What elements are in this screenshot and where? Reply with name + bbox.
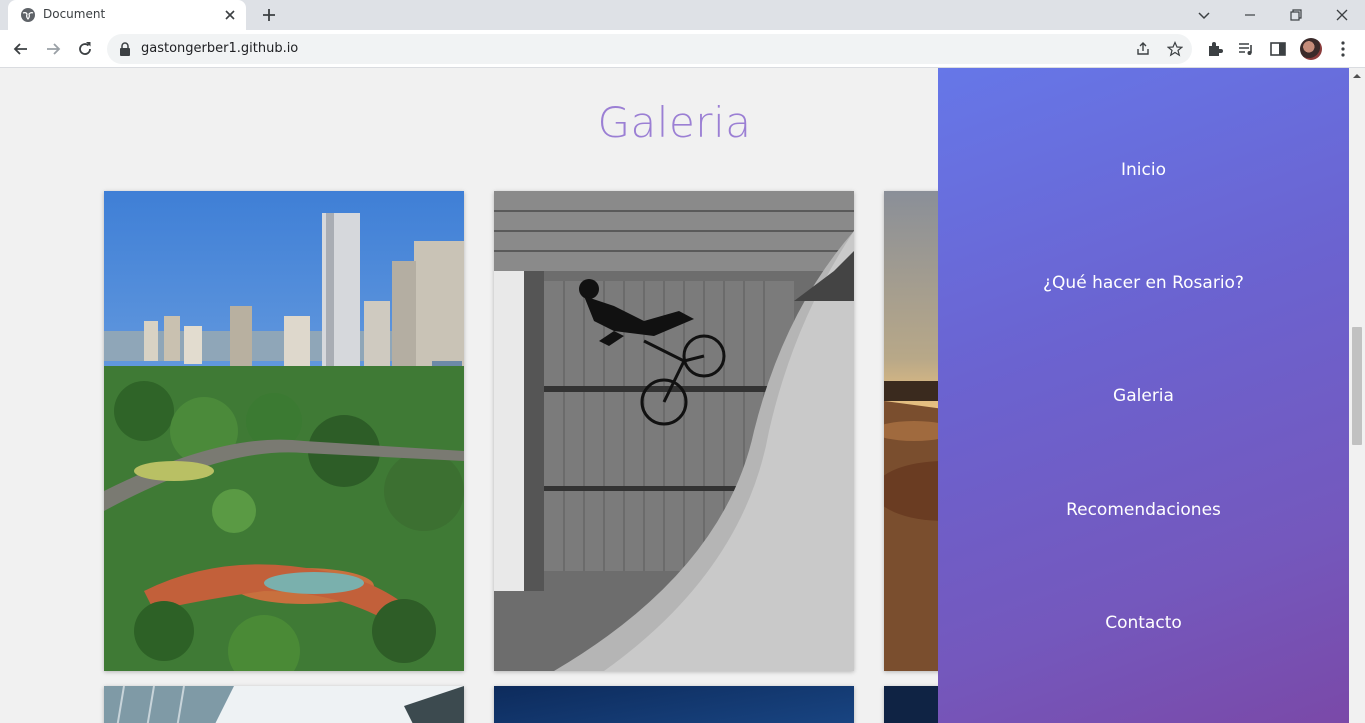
side-menu: Inicio ¿Qué hacer en Rosario? Galeria Re… [938, 68, 1349, 723]
gallery-photo-building[interactable] [104, 686, 464, 723]
scroll-thumb[interactable] [1352, 327, 1362, 445]
media-control-icon[interactable] [1236, 39, 1256, 59]
gallery-photo-night[interactable] [494, 686, 854, 723]
extensions-icon[interactable] [1205, 39, 1225, 59]
globe-icon [21, 8, 35, 22]
menu-item-que-hacer[interactable]: ¿Qué hacer en Rosario? [938, 273, 1349, 293]
close-tab-icon[interactable] [222, 7, 238, 23]
tab-title: Document [43, 7, 106, 21]
star-icon[interactable] [1167, 41, 1183, 57]
minimize-icon[interactable] [1238, 3, 1262, 27]
more-options-icon[interactable] [1335, 39, 1351, 59]
gallery-photo-city[interactable] [104, 191, 464, 671]
browser-tab[interactable]: Document [8, 0, 246, 30]
menu-item-recomendaciones[interactable]: Recomendaciones [938, 500, 1349, 520]
browser-toolbar: gastongerber1.github.io [0, 30, 1365, 68]
url-text[interactable]: gastongerber1.github.io [141, 41, 298, 56]
restore-icon[interactable] [1284, 3, 1308, 27]
side-panel-icon[interactable] [1268, 39, 1288, 59]
gallery-photo-bmx[interactable] [494, 191, 854, 671]
page-scrollbar[interactable] [1349, 68, 1365, 723]
scroll-up-arrow-icon[interactable] [1353, 72, 1361, 80]
reload-icon[interactable] [75, 39, 95, 59]
close-window-icon[interactable] [1330, 3, 1354, 27]
menu-item-contacto[interactable]: Contacto [938, 613, 1349, 633]
menu-item-galeria[interactable]: Galeria [938, 386, 1349, 406]
new-tab-icon[interactable] [259, 5, 279, 25]
back-icon[interactable] [11, 39, 31, 59]
forward-icon[interactable] [43, 39, 63, 59]
menu-item-inicio[interactable]: Inicio [938, 160, 1349, 180]
tab-strip: Document [0, 0, 1365, 30]
profile-avatar[interactable] [1300, 38, 1322, 60]
share-icon[interactable] [1135, 41, 1151, 57]
address-bar[interactable]: gastongerber1.github.io [107, 34, 1192, 64]
lock-icon[interactable] [119, 42, 131, 56]
tab-search-icon[interactable] [1192, 3, 1216, 27]
